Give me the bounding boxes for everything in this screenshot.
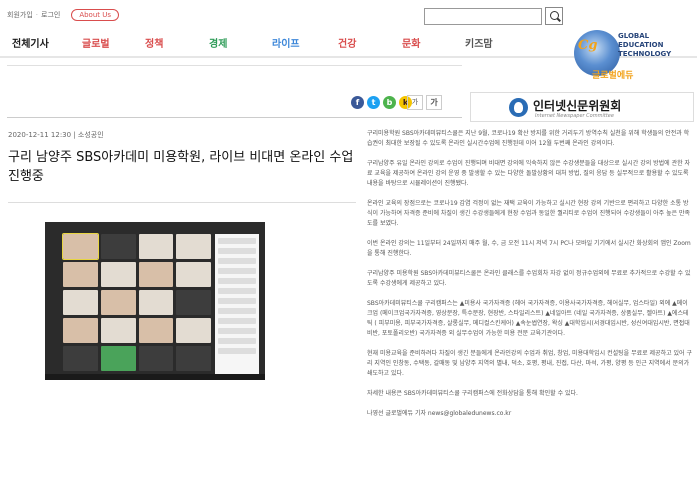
video-tile xyxy=(63,290,98,315)
video-tile xyxy=(63,262,98,287)
about-us-button[interactable]: About Us xyxy=(71,9,120,21)
video-tile xyxy=(63,318,98,343)
divider xyxy=(7,65,462,66)
font-larger-button[interactable]: 가 xyxy=(426,95,442,110)
search-input[interactable] xyxy=(424,8,542,25)
video-tile xyxy=(176,346,211,371)
video-tile xyxy=(100,262,136,287)
top-links: 회원가입 · 로그인 About Us xyxy=(7,9,120,21)
article-title: 구리 남양주 SBS아카데미 미용학원, 라이브 비대면 온라인 수업 진행중 xyxy=(8,150,354,184)
video-grid xyxy=(62,233,211,371)
link-separator: · xyxy=(35,11,38,19)
banner-subtitle: Internet Newspaper Committee xyxy=(535,113,614,119)
article-body: 구리미용학원 SBS아카데미뷰티스쿨은 지난 9월, 코로나19 확산 방지를 … xyxy=(367,129,692,429)
article-meta: 2020-12-11 12:30 | 소성공인 xyxy=(8,131,104,139)
video-tile xyxy=(176,234,211,259)
divider xyxy=(7,117,462,118)
committee-banner[interactable]: 인터넷신문위원회 Internet Newspaper Committee xyxy=(470,92,694,122)
video-tile xyxy=(176,318,211,343)
video-tile xyxy=(138,290,174,315)
nav-item-global[interactable]: 글로벌 xyxy=(82,35,110,50)
nav-item-kidsmom[interactable]: 키즈맘 xyxy=(465,35,493,50)
logo-korean: 글로벌에듀 xyxy=(592,71,634,81)
video-tile xyxy=(138,234,174,259)
facebook-icon[interactable]: f xyxy=(351,96,364,109)
video-tile xyxy=(100,290,136,315)
login-link[interactable]: 로그인 xyxy=(41,10,60,20)
article-paragraph: 구리남양주 미용학원 SBS아카데미뷰티스쿨은 온라인 클래스를 수업회차 자강… xyxy=(367,270,691,287)
logo-wordmark: GLOBAL EDUCATION TECHNOLOGY xyxy=(618,32,672,58)
video-tile xyxy=(100,234,136,259)
top-bar: 회원가입 · 로그인 About Us xyxy=(0,0,697,30)
article-paragraph: 온라인 교육의 장점으로는 코로나19 감염 걱정이 없는 재택 교육이 가능하… xyxy=(367,200,691,227)
article-paragraph: 자세한 내용은 SBS아카데미뷰티스쿨 구리캠퍼스에 전화상담을 통해 확인할 … xyxy=(367,390,578,397)
article-paragraph: 현재 미용교육을 준비하려다 차질이 생긴 분들에게 온라인강의 수업과 취업,… xyxy=(367,350,692,377)
meeting-toolbar xyxy=(45,374,265,380)
article-paragraph: 이번 온라인 강의는 11일부터 24일까지 매주 월, 수, 금 오전 11시… xyxy=(367,240,691,257)
article-photo xyxy=(45,222,265,380)
site-logo[interactable]: Cg GLOBAL EDUCATION TECHNOLOGY 글로벌에듀 xyxy=(572,28,692,86)
search-icon[interactable] xyxy=(545,7,563,25)
video-tile xyxy=(62,233,99,260)
nav-item-culture[interactable]: 문화 xyxy=(402,35,420,50)
video-tile xyxy=(63,346,98,371)
video-tile xyxy=(176,290,211,315)
article-byline: 나영선 글로벌에듀 기자 news@globaledunews.co.kr xyxy=(367,410,512,417)
video-tile xyxy=(138,318,174,343)
twitter-icon[interactable]: t xyxy=(367,96,380,109)
blog-icon[interactable]: b xyxy=(383,96,396,109)
participant-list xyxy=(215,234,259,374)
video-tile xyxy=(100,318,136,343)
article-paragraph: 구리미용학원 SBS아카데미뷰티스쿨은 지난 9월, 코로나19 확산 방지를 … xyxy=(367,130,690,147)
nav-item-health[interactable]: 건강 xyxy=(338,35,356,50)
divider xyxy=(8,202,356,203)
video-tile xyxy=(138,346,174,371)
nav-item-all[interactable]: 전체기사 xyxy=(12,35,49,50)
font-smaller-button[interactable]: 가 xyxy=(407,95,423,110)
committee-logo-icon xyxy=(509,98,528,117)
share-buttons: f t b k xyxy=(351,96,412,109)
video-tile xyxy=(176,262,211,287)
signup-link[interactable]: 회원가입 xyxy=(7,10,33,20)
nav-item-policy[interactable]: 정책 xyxy=(145,35,163,50)
nav-item-economy[interactable]: 경제 xyxy=(209,35,227,50)
logo-mark: Cg xyxy=(578,38,598,53)
banner-title: 인터넷신문위원회 xyxy=(533,99,622,113)
article-paragraph: SBS아카데미뷰티스쿨 구리캠퍼스는 ▲미용사 국가자격증 (헤어 국가자격증,… xyxy=(367,300,690,337)
article-paragraph: 구리남양주 유일 온라인 강의로 수업이 진행되며 비대면 강의에 익숙하지 않… xyxy=(367,160,691,187)
video-tile xyxy=(100,346,136,371)
font-size-controls: 가 가 xyxy=(407,95,442,110)
nav-item-life[interactable]: 라이프 xyxy=(272,35,300,50)
video-tile xyxy=(138,262,174,287)
